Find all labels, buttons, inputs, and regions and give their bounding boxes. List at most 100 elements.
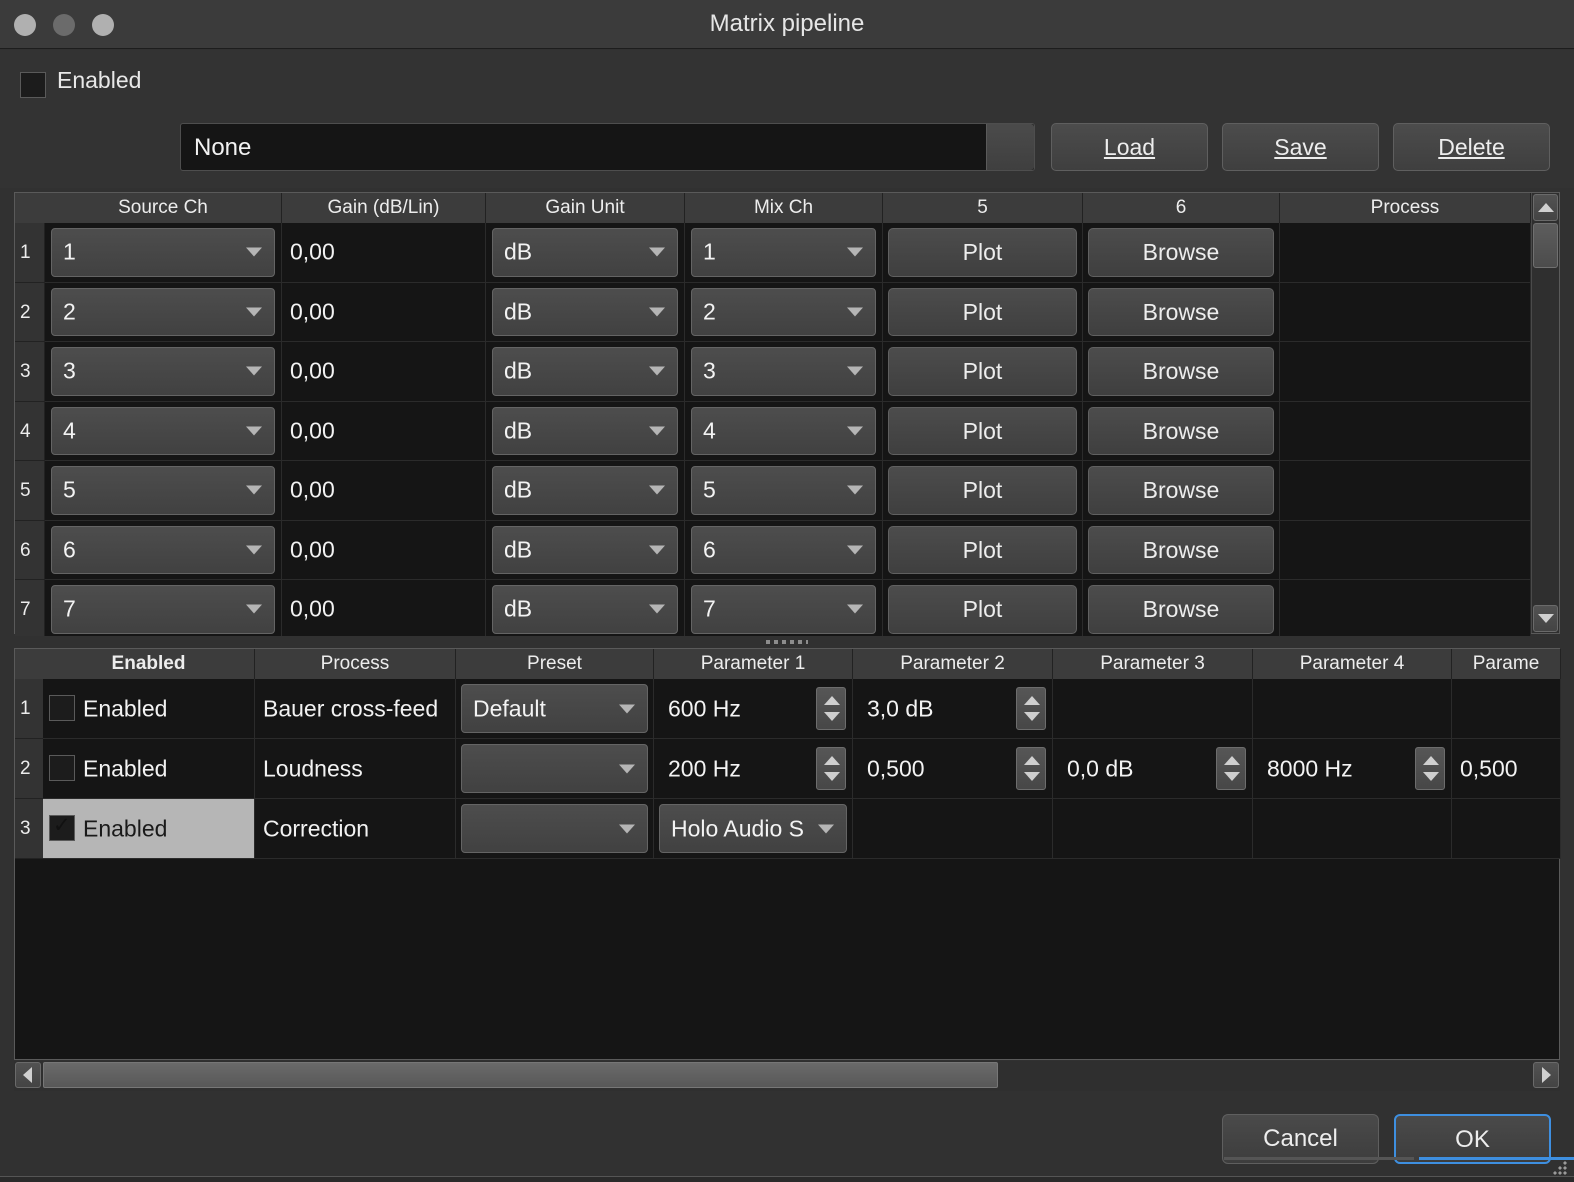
browse-button[interactable]: Browse [1088, 287, 1274, 336]
pipeline-cell-enabled[interactable]: Enabled [43, 739, 255, 799]
matrix-cell-gain[interactable]: 0,00 [282, 223, 486, 283]
mix-ch-combobox[interactable]: 2 [691, 287, 876, 336]
matrix-cell-gain[interactable]: 0,00 [282, 282, 486, 342]
horizontal-scroll-thumb[interactable] [43, 1062, 998, 1088]
source-ch-combobox[interactable]: 3 [51, 347, 275, 396]
pipeline-cell-process[interactable]: Loudness [255, 739, 456, 799]
pipeline-col-header[interactable]: Preset [456, 649, 654, 679]
scroll-right-button[interactable] [1533, 1062, 1559, 1088]
matrix-cell-source-ch[interactable]: 1 [45, 223, 282, 283]
matrix-row-number[interactable]: 1 [15, 223, 45, 283]
pipeline-cell-param2[interactable]: 0,500 [853, 739, 1053, 799]
row-param2-spinbox-stepper[interactable] [1016, 687, 1046, 730]
gain-unit-combobox[interactable]: dB [492, 228, 678, 277]
matrix-cell-plot[interactable]: Plot [883, 461, 1083, 521]
browse-button[interactable]: Browse [1088, 406, 1274, 455]
matrix-col-header[interactable]: 5 [883, 193, 1083, 223]
gain-unit-combobox[interactable]: dB [492, 347, 678, 396]
pipeline-cell-param5[interactable]: 0,500 [1452, 739, 1561, 799]
browse-button[interactable]: Browse [1088, 228, 1274, 277]
gain-unit-combobox[interactable]: dB [492, 406, 678, 455]
matrix-cell-browse[interactable]: Browse [1083, 401, 1280, 461]
pipeline-cell-param1[interactable]: 600 Hz [654, 679, 853, 739]
matrix-cell-browse[interactable]: Browse [1083, 342, 1280, 402]
matrix-cell-gain-unit[interactable]: dB [486, 223, 685, 283]
matrix-cell-browse[interactable]: Browse [1083, 223, 1280, 283]
preset-dropdown-button[interactable] [986, 124, 1034, 170]
gain-unit-combobox[interactable]: dB [492, 525, 678, 574]
pipeline-cell-param5[interactable] [1452, 679, 1561, 739]
pipeline-cell-process[interactable]: Correction [255, 799, 456, 859]
matrix-cell-plot[interactable]: Plot [883, 580, 1083, 640]
pipeline-table[interactable]: Enabled Process Preset Parameter 1 Parameter… [14, 648, 1561, 1060]
save-button[interactable]: Save [1222, 123, 1379, 171]
browse-button[interactable]: Browse [1088, 525, 1274, 574]
matrix-cell-plot[interactable]: Plot [883, 342, 1083, 402]
matrix-col-header[interactable]: Mix Ch [685, 193, 883, 223]
gain-unit-combobox[interactable]: dB [492, 466, 678, 515]
plot-button[interactable]: Plot [888, 525, 1077, 574]
matrix-cell-gain-unit[interactable]: dB [486, 461, 685, 521]
plot-button[interactable]: Plot [888, 466, 1077, 515]
matrix-cell-mix-ch[interactable]: 1 [685, 223, 883, 283]
plot-button[interactable]: Plot [888, 287, 1077, 336]
row-enabled-checkbox[interactable] [49, 755, 75, 781]
matrix-cell-source-ch[interactable]: 3 [45, 342, 282, 402]
matrix-cell-source-ch[interactable]: 6 [45, 520, 282, 580]
matrix-row-number[interactable]: 2 [15, 282, 45, 342]
pipeline-cell-param3[interactable] [1053, 679, 1253, 739]
row-param1-combobox[interactable]: Holo Audio S [659, 804, 847, 853]
pipeline-horizontal-scrollbar[interactable] [14, 1061, 1560, 1091]
matrix-cell-source-ch[interactable]: 4 [45, 401, 282, 461]
pipeline-cell-param3[interactable] [1053, 799, 1253, 859]
matrix-cell-gain-unit[interactable]: dB [486, 401, 685, 461]
matrix-cell-gain[interactable]: 0,00 [282, 342, 486, 402]
source-ch-combobox[interactable]: 6 [51, 525, 275, 574]
pipeline-cell-param4[interactable] [1253, 799, 1452, 859]
matrix-cell-plot[interactable]: Plot [883, 282, 1083, 342]
mix-ch-combobox[interactable]: 6 [691, 525, 876, 574]
matrix-cell-gain-unit[interactable]: dB [486, 282, 685, 342]
matrix-cell-mix-ch[interactable]: 7 [685, 580, 883, 640]
pipeline-cell-param4[interactable]: 8000 Hz [1253, 739, 1452, 799]
row-preset-combobox[interactable] [461, 744, 648, 793]
source-ch-combobox[interactable]: 5 [51, 466, 275, 515]
matrix-cell-process[interactable] [1280, 401, 1531, 461]
matrix-cell-gain[interactable]: 0,00 [282, 580, 486, 640]
row-enabled-checkbox[interactable] [49, 813, 75, 841]
enabled-checkbox[interactable] [20, 72, 46, 98]
matrix-cell-mix-ch[interactable]: 5 [685, 461, 883, 521]
pipeline-cell-param4[interactable] [1253, 679, 1452, 739]
row-param4-spinbox-stepper[interactable] [1415, 747, 1445, 790]
matrix-cell-gain[interactable]: 0,00 [282, 401, 486, 461]
matrix-row-number[interactable]: 4 [15, 401, 45, 461]
plot-button[interactable]: Plot [888, 347, 1077, 396]
matrix-cell-gain[interactable]: 0,00 [282, 520, 486, 580]
matrix-cell-browse[interactable]: Browse [1083, 520, 1280, 580]
pipeline-col-header[interactable]: Process [255, 649, 456, 679]
matrix-cell-process[interactable] [1280, 282, 1531, 342]
resize-grip-icon[interactable] [1552, 1160, 1568, 1176]
matrix-col-header[interactable]: Gain Unit [486, 193, 685, 223]
source-ch-combobox[interactable]: 2 [51, 287, 275, 336]
matrix-cell-process[interactable] [1280, 520, 1531, 580]
matrix-col-header[interactable]: Source Ch [45, 193, 282, 223]
row-param4-spinbox[interactable]: 8000 Hz [1257, 743, 1447, 794]
plot-button[interactable]: Plot [888, 228, 1077, 277]
matrix-cell-browse[interactable]: Browse [1083, 461, 1280, 521]
pipeline-cell-process[interactable]: Bauer cross-feed [255, 679, 456, 739]
row-preset-combobox[interactable]: Default [461, 684, 648, 733]
pipeline-row-number[interactable]: 2 [15, 739, 45, 799]
preset-combobox[interactable]: None [180, 123, 1035, 171]
load-button[interactable]: Load [1051, 123, 1208, 171]
row-param2-spinbox[interactable]: 3,0 dB [857, 683, 1048, 734]
pipeline-cell-preset[interactable] [456, 799, 654, 859]
pipeline-col-header[interactable]: Parameter 4 [1253, 649, 1452, 679]
row-param1-spinbox[interactable]: 600 Hz [658, 683, 848, 734]
mix-ch-combobox[interactable]: 4 [691, 406, 876, 455]
pipeline-cell-enabled[interactable]: Enabled [43, 799, 255, 859]
source-ch-combobox[interactable]: 4 [51, 406, 275, 455]
matrix-cell-gain[interactable]: 0,00 [282, 461, 486, 521]
mix-ch-combobox[interactable]: 1 [691, 228, 876, 277]
matrix-cell-source-ch[interactable]: 7 [45, 580, 282, 640]
